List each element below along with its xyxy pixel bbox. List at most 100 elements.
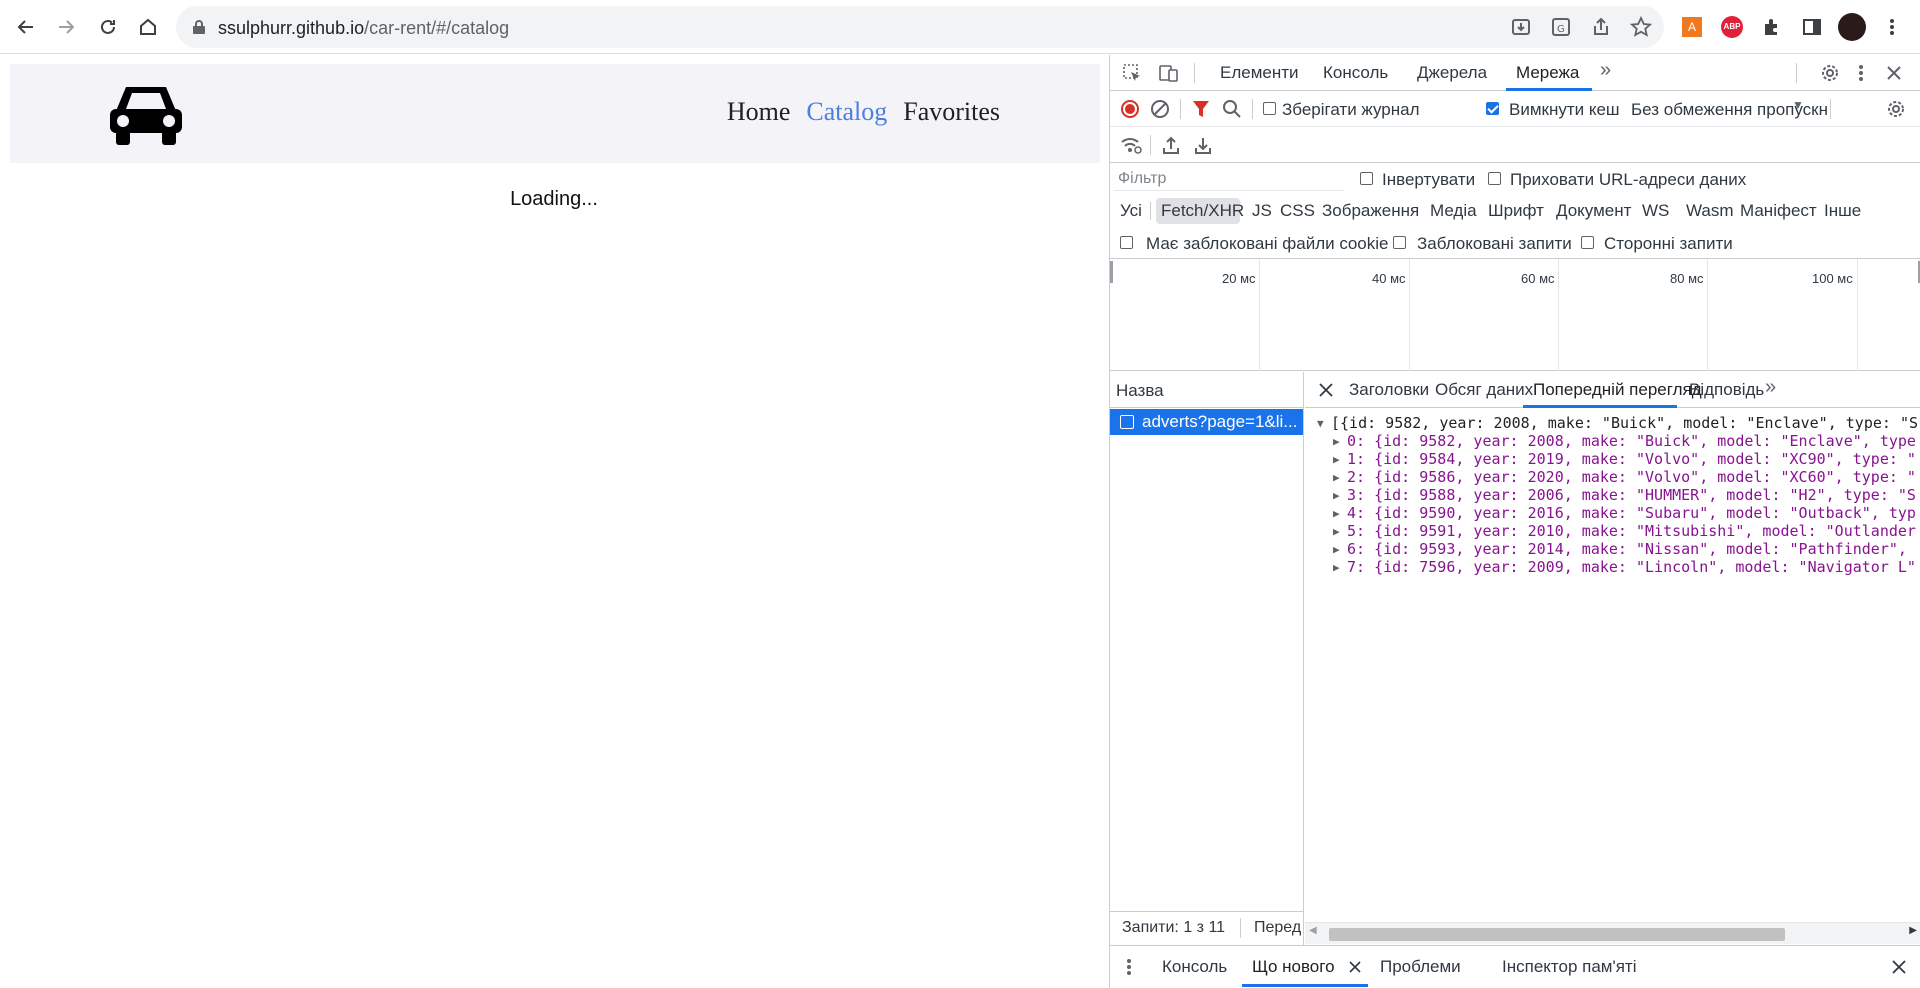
profile-avatar[interactable] [1838, 13, 1866, 41]
type-filter-fetch-xhr[interactable]: Fetch/XHR [1161, 201, 1244, 221]
home-button[interactable] [134, 13, 162, 41]
third-party-checkbox[interactable] [1581, 236, 1594, 249]
invert-checkbox[interactable] [1360, 172, 1373, 185]
request-list-header: Назва [1110, 372, 1304, 408]
inspect-element-icon[interactable] [1122, 63, 1142, 83]
tab-preview[interactable]: Попередній перегляд [1533, 380, 1702, 400]
type-filter-js[interactable]: JS [1252, 201, 1272, 221]
svg-text:G: G [1557, 24, 1565, 35]
tab-elements[interactable]: Елементи [1220, 63, 1299, 83]
network-settings-gear-icon[interactable] [1886, 99, 1906, 119]
collapsed-triangle-icon[interactable]: ▶ [1333, 453, 1340, 466]
collapsed-triangle-icon[interactable]: ▶ [1333, 507, 1340, 520]
browser-menu-icon[interactable] [1880, 15, 1904, 39]
install-icon[interactable] [1510, 16, 1532, 38]
hide-data-urls-checkbox[interactable] [1488, 172, 1501, 185]
export-har-icon[interactable] [1194, 135, 1212, 155]
extension-a-icon[interactable]: A [1680, 15, 1704, 39]
close-devtools-icon[interactable] [1886, 65, 1902, 81]
type-filter-all[interactable]: Усі [1120, 201, 1142, 221]
network-toolbar: Зберігати журнал Вимкнути кеш Без обмеже… [1110, 91, 1920, 127]
tab-headers[interactable]: Заголовки [1349, 380, 1429, 400]
back-button[interactable] [12, 13, 40, 41]
drawer-tab-issues[interactable]: Проблеми [1380, 957, 1461, 977]
drawer-tab-console[interactable]: Консоль [1162, 957, 1227, 977]
network-overview-timeline[interactable]: 20 мс 40 мс 60 мс 80 мс 100 мс [1110, 259, 1920, 371]
network-conditions-icon[interactable] [1120, 135, 1142, 155]
share-icon[interactable] [1590, 16, 1612, 38]
disable-cache-label: Вимкнути кеш [1509, 100, 1620, 119]
tab-network[interactable]: Мережа [1516, 63, 1579, 83]
collapsed-triangle-icon[interactable]: ▶ [1333, 471, 1340, 484]
import-har-icon[interactable] [1162, 135, 1180, 155]
blocked-cookies-checkbox[interactable] [1120, 236, 1133, 249]
name-column-header[interactable]: Назва [1116, 381, 1164, 401]
translate-icon[interactable]: G [1550, 16, 1572, 38]
disable-cache-checkbox[interactable] [1486, 102, 1499, 115]
scroll-right-icon[interactable]: ▶ [1909, 925, 1917, 936]
search-icon[interactable] [1222, 99, 1242, 119]
nav-favorites-link[interactable]: Favorites [903, 97, 1000, 127]
more-tabs-chevron-icon[interactable]: » [1600, 59, 1611, 82]
type-filter-manifest[interactable]: Маніфест [1740, 201, 1817, 221]
reload-button[interactable] [94, 13, 122, 41]
horizontal-scrollbar[interactable]: ◀ ▶ [1305, 922, 1920, 944]
request-name: adverts?page=1&li... [1142, 412, 1298, 431]
adblock-icon[interactable]: ABP [1720, 15, 1744, 39]
tab-response[interactable]: Відповідь [1689, 380, 1764, 400]
url-host: ssulphurr.github.io [218, 18, 365, 38]
close-drawer-tab-icon[interactable] [1349, 961, 1361, 973]
type-filter-css[interactable]: CSS [1280, 201, 1315, 221]
type-filter-ws[interactable]: WS [1642, 201, 1669, 221]
back-arrow-icon [17, 20, 33, 34]
device-toolbar-icon[interactable] [1158, 63, 1180, 83]
bookmark-star-icon[interactable] [1630, 16, 1652, 38]
request-list: Назва adverts?page=1&li... Запити: 1 з 1… [1110, 372, 1304, 945]
type-filter-media[interactable]: Медіа [1430, 201, 1477, 221]
collapsed-triangle-icon[interactable]: ▶ [1333, 525, 1340, 538]
nav-home-link[interactable]: Home [727, 97, 791, 127]
collapsed-triangle-icon[interactable]: ▶ [1333, 543, 1340, 556]
type-filter-img[interactable]: Зображення [1322, 201, 1419, 221]
clear-icon[interactable] [1150, 99, 1170, 119]
request-detail-pane: Заголовки Обсяг даних Попередній перегля… [1305, 372, 1920, 945]
close-detail-icon[interactable] [1319, 383, 1333, 397]
throttling-dropdown-icon[interactable]: ▼ [1792, 98, 1804, 112]
json-item-text: 1: {id: 9584, year: 2019, make: "Volvo",… [1347, 450, 1916, 468]
filter-input[interactable]: Фільтр [1114, 167, 1344, 191]
collapsed-triangle-icon[interactable]: ▶ [1333, 561, 1340, 574]
type-filter-other[interactable]: Інше [1824, 201, 1861, 221]
extensions-puzzle-icon[interactable] [1760, 15, 1784, 39]
preserve-log-checkbox[interactable] [1263, 102, 1276, 115]
record-stop-icon[interactable] [1120, 99, 1140, 119]
tab-payload[interactable]: Обсяг даних [1435, 380, 1533, 400]
collapsed-triangle-icon[interactable]: ▶ [1333, 489, 1340, 502]
drawer-menu-icon[interactable] [1126, 958, 1132, 976]
tab-console[interactable]: Консоль [1323, 63, 1388, 83]
address-bar[interactable]: ssulphurr.github.io/car-rent/#/catalog G [176, 6, 1664, 48]
drawer-tab-memory-inspector[interactable]: Інспектор пам'яті [1502, 957, 1637, 977]
scroll-left-icon[interactable]: ◀ [1309, 925, 1317, 936]
type-filter-doc[interactable]: Документ [1556, 201, 1631, 221]
forward-button[interactable] [52, 13, 80, 41]
blocked-requests-checkbox[interactable] [1393, 236, 1406, 249]
tab-sources[interactable]: Джерела [1417, 63, 1487, 83]
car-logo-icon[interactable] [106, 81, 186, 149]
side-panel-icon[interactable] [1800, 15, 1824, 39]
filter-funnel-icon[interactable] [1192, 99, 1210, 119]
loading-text: Loading... [510, 188, 598, 210]
nav-catalog-link[interactable]: Catalog [806, 97, 887, 127]
request-row[interactable]: adverts?page=1&li... [1110, 409, 1303, 435]
collapsed-triangle-icon[interactable]: ▶ [1333, 435, 1340, 448]
type-filter-wasm[interactable]: Wasm [1686, 201, 1734, 221]
drawer-tab-whats-new[interactable]: Що нового [1252, 957, 1335, 977]
request-count: Запити: 1 з 11 [1122, 919, 1226, 936]
settings-gear-icon[interactable] [1820, 63, 1840, 83]
devtools-menu-icon[interactable] [1858, 63, 1864, 83]
type-filter-font[interactable]: Шрифт [1488, 201, 1544, 221]
more-detail-tabs-chevron-icon[interactable]: » [1765, 376, 1776, 399]
timeline-left-handle[interactable] [1110, 261, 1113, 283]
expanded-triangle-icon[interactable]: ▼ [1317, 417, 1324, 430]
close-drawer-icon[interactable] [1892, 960, 1906, 974]
scrollbar-thumb[interactable] [1329, 928, 1785, 941]
